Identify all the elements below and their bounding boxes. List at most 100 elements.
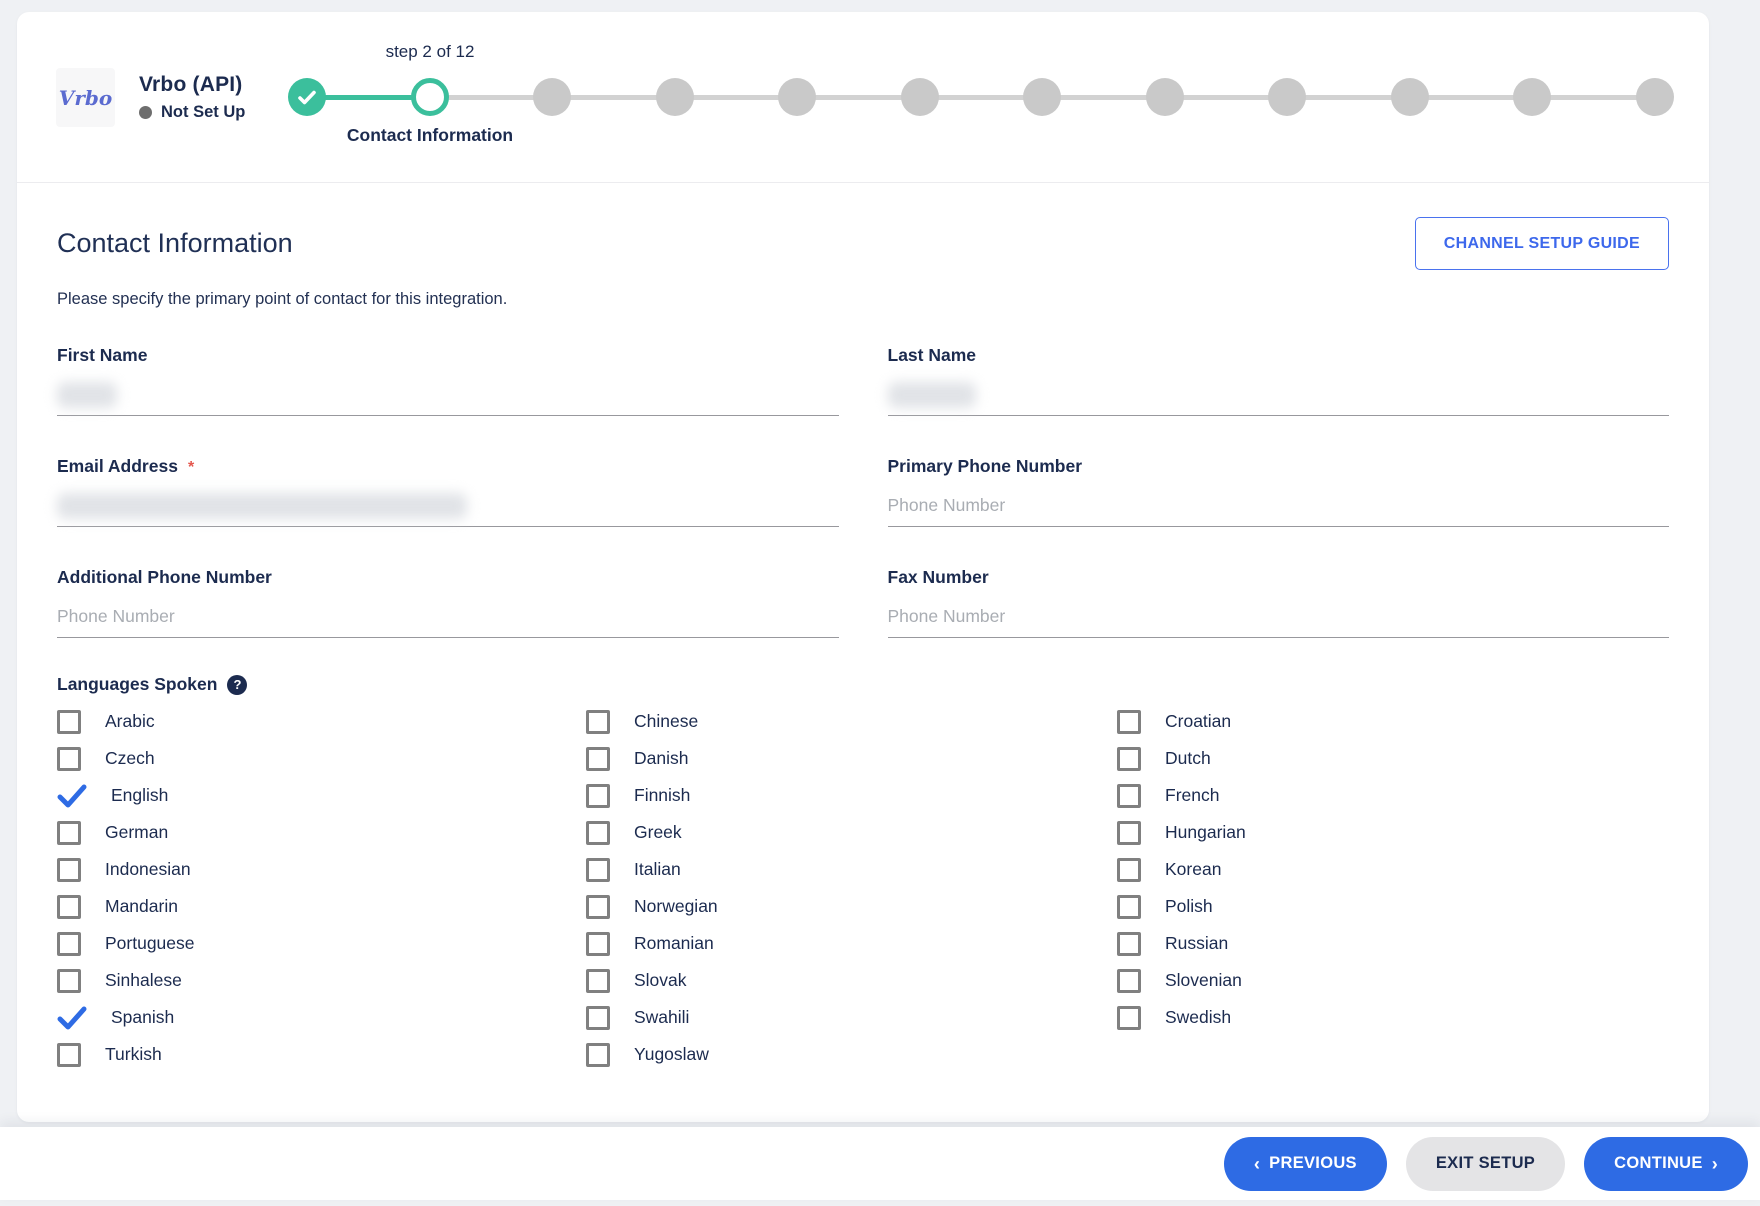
checkbox-danish[interactable]: [586, 747, 610, 771]
email-input[interactable]: [57, 485, 839, 527]
language-option-finnish[interactable]: Finnish: [586, 777, 1117, 814]
checkbox-mandarin[interactable]: [57, 895, 81, 919]
language-option-english[interactable]: English: [57, 777, 586, 814]
language-option-slovenian[interactable]: Slovenian: [1117, 962, 1669, 999]
checkbox-portuguese[interactable]: [57, 932, 81, 956]
language-option-italian[interactable]: Italian: [586, 851, 1117, 888]
checkbox-hungarian[interactable]: [1117, 821, 1141, 845]
language-name: Russian: [1165, 933, 1228, 954]
channel-setup-guide-button[interactable]: CHANNEL SETUP GUIDE: [1415, 217, 1669, 270]
chevron-right-icon: ›: [1712, 1155, 1718, 1173]
page-title: Contact Information: [57, 228, 293, 259]
language-option-french[interactable]: French: [1117, 777, 1669, 814]
language-name: Sinhalese: [105, 970, 182, 991]
language-option-turkish[interactable]: Turkish: [57, 1036, 586, 1073]
email-field: Email Address*: [57, 456, 839, 527]
language-option-chinese[interactable]: Chinese: [586, 703, 1117, 740]
checkbox-polish[interactable]: [1117, 895, 1141, 919]
language-option-mandarin[interactable]: Mandarin: [57, 888, 586, 925]
language-option-romanian[interactable]: Romanian: [586, 925, 1117, 962]
step-6-dot: [901, 78, 939, 116]
fax-number-field: Fax NumberPhone Number: [888, 567, 1670, 638]
step-11-dot: [1513, 78, 1551, 116]
language-name: English: [111, 785, 168, 806]
first-name-input[interactable]: [57, 374, 839, 416]
language-option-sinhalese[interactable]: Sinhalese: [57, 962, 586, 999]
language-option-hungarian[interactable]: Hungarian: [1117, 814, 1669, 851]
language-option-polish[interactable]: Polish: [1117, 888, 1669, 925]
language-option-danish[interactable]: Danish: [586, 740, 1117, 777]
step-1-dot-check-icon: [288, 78, 326, 116]
checkbox-greek[interactable]: [586, 821, 610, 845]
checkbox-slovenian[interactable]: [1117, 969, 1141, 993]
exit-setup-button-label: EXIT SETUP: [1436, 1154, 1535, 1173]
language-name: Greek: [634, 822, 682, 843]
language-option-indonesian[interactable]: Indonesian: [57, 851, 586, 888]
wizard-footer: ‹ PREVIOUS EXIT SETUP CONTINUE ›: [0, 1127, 1760, 1200]
checkbox-swahili[interactable]: [586, 1006, 610, 1030]
languages-column-2: ChineseDanishFinnish Greek Italian Norwegia…: [586, 703, 1117, 1073]
checkbox-czech[interactable]: [57, 747, 81, 771]
checkbox-sinhalese[interactable]: [57, 969, 81, 993]
language-option-swedish[interactable]: Swedish: [1117, 999, 1669, 1036]
language-name: Croatian: [1165, 711, 1231, 732]
checkbox-french[interactable]: [1117, 784, 1141, 808]
language-name: Italian: [634, 859, 681, 880]
fax-number-input[interactable]: Phone Number: [888, 596, 1670, 638]
language-option-korean[interactable]: Korean: [1117, 851, 1669, 888]
language-option-norwegian[interactable]: Norwegian: [586, 888, 1117, 925]
checkbox-finnish[interactable]: [586, 784, 610, 808]
language-option-swahili[interactable]: Swahili: [586, 999, 1117, 1036]
checkbox-italian[interactable]: [586, 858, 610, 882]
language-name: Arabic: [105, 711, 155, 732]
language-option-arabic[interactable]: Arabic: [57, 703, 586, 740]
checkbox-german[interactable]: [57, 821, 81, 845]
step-3-dot: [533, 78, 571, 116]
blue-check-icon[interactable]: [57, 1005, 87, 1031]
page-subtitle: Please specify the primary point of cont…: [57, 290, 1669, 309]
checkbox-norwegian[interactable]: [586, 895, 610, 919]
language-option-yugoslaw[interactable]: Yugoslaw: [586, 1036, 1117, 1073]
languages-column-1: Arabic Czech English GermanIndonesianMandar…: [57, 703, 586, 1073]
additional-phone-input[interactable]: Phone Number: [57, 596, 839, 638]
previous-button[interactable]: ‹ PREVIOUS: [1224, 1137, 1387, 1191]
language-option-russian[interactable]: Russian: [1117, 925, 1669, 962]
language-option-greek[interactable]: Greek: [586, 814, 1117, 851]
language-option-portuguese[interactable]: Portuguese: [57, 925, 586, 962]
primary-phone-input[interactable]: Phone Number: [888, 485, 1670, 527]
checkbox-korean[interactable]: [1117, 858, 1141, 882]
step-4-dot: [656, 78, 694, 116]
checkbox-yugoslaw[interactable]: [586, 1043, 610, 1067]
chevron-left-icon: ‹: [1254, 1155, 1260, 1173]
language-option-dutch[interactable]: Dutch: [1117, 740, 1669, 777]
checkbox-turkish[interactable]: [57, 1043, 81, 1067]
exit-setup-button[interactable]: EXIT SETUP: [1406, 1137, 1565, 1191]
checkbox-russian[interactable]: [1117, 932, 1141, 956]
checkbox-indonesian[interactable]: [57, 858, 81, 882]
help-icon[interactable]: ?: [227, 675, 247, 695]
language-option-spanish[interactable]: Spanish: [57, 999, 586, 1036]
language-option-slovak[interactable]: Slovak: [586, 962, 1117, 999]
last-name-input[interactable]: [888, 374, 1670, 416]
step-5-dot: [778, 78, 816, 116]
first-name-label: First Name: [57, 345, 839, 366]
checkbox-slovak[interactable]: [586, 969, 610, 993]
blue-check-icon[interactable]: [57, 783, 87, 809]
checkbox-arabic[interactable]: [57, 710, 81, 734]
language-option-german[interactable]: German: [57, 814, 586, 851]
language-name: Yugoslaw: [634, 1044, 709, 1065]
language-option-croatian[interactable]: Croatian: [1117, 703, 1669, 740]
channel-info: Vrbo (API) Not Set Up: [139, 73, 245, 122]
language-option-czech[interactable]: Czech: [57, 740, 586, 777]
checkbox-romanian[interactable]: [586, 932, 610, 956]
checkbox-dutch[interactable]: [1117, 747, 1141, 771]
continue-button[interactable]: CONTINUE ›: [1584, 1137, 1748, 1191]
first-name-redacted-value: [57, 382, 117, 408]
channel-logo: Vrbo: [56, 68, 115, 127]
checkbox-chinese[interactable]: [586, 710, 610, 734]
checkbox-croatian[interactable]: [1117, 710, 1141, 734]
language-name: Norwegian: [634, 896, 718, 917]
languages-column-3: Croatian DutchFrenchHungarianKoreanPolish…: [1117, 703, 1669, 1073]
language-name: Slovenian: [1165, 970, 1242, 991]
checkbox-swedish[interactable]: [1117, 1006, 1141, 1030]
